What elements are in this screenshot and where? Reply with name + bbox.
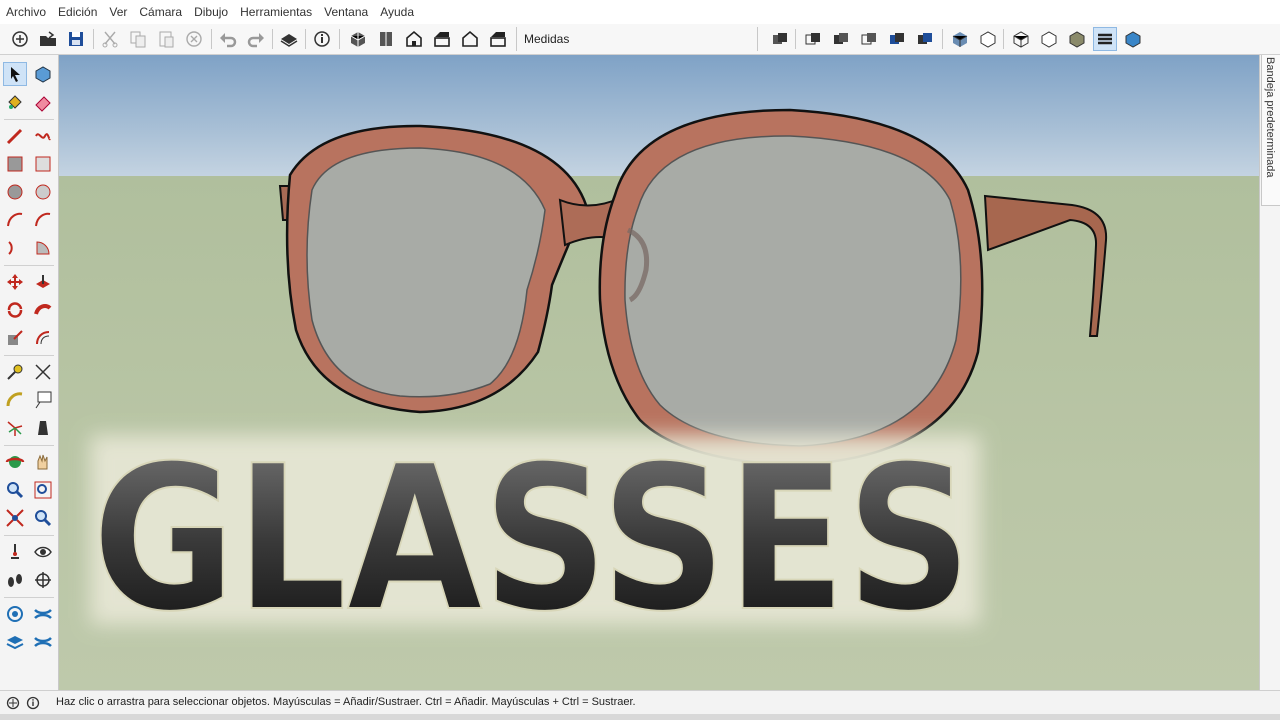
- menu-herramientas[interactable]: Herramientas: [234, 0, 318, 24]
- section-cut-icon[interactable]: [1037, 27, 1061, 51]
- iso-view-icon[interactable]: [346, 27, 370, 51]
- rotated-rectangle-icon[interactable]: [31, 152, 55, 176]
- menu-edicion[interactable]: Edición: [52, 0, 103, 24]
- stamp-icon[interactable]: [3, 630, 27, 654]
- menu-bar: Archivo Edición Ver Cámara Dibujo Herram…: [0, 0, 1280, 24]
- orbit-icon[interactable]: [3, 450, 27, 474]
- follow-me-icon[interactable]: [31, 298, 55, 322]
- rectangle-icon[interactable]: [3, 152, 27, 176]
- back-view-icon[interactable]: [458, 27, 482, 51]
- measurements-box[interactable]: Medidas: [516, 27, 758, 51]
- status-bar: Haz clic o arrastra para seleccionar obj…: [0, 690, 1280, 715]
- freehand-icon[interactable]: [31, 124, 55, 148]
- tray-tab[interactable]: Bandeja predeterminada: [1261, 55, 1280, 206]
- new-icon[interactable]: [8, 27, 32, 51]
- measurements-label: Medidas: [524, 32, 570, 46]
- component-icon[interactable]: [1121, 27, 1145, 51]
- main-toolbar: Medidas: [0, 24, 1280, 55]
- position-camera-icon[interactable]: [3, 540, 27, 564]
- top-view-icon[interactable]: [374, 27, 398, 51]
- zoom-window-icon[interactable]: [31, 478, 55, 502]
- arc-icon[interactable]: [3, 208, 27, 232]
- back-edges-icon[interactable]: [801, 27, 825, 51]
- menu-ver[interactable]: Ver: [103, 0, 133, 24]
- section-fill-icon[interactable]: [1065, 27, 1089, 51]
- print-icon[interactable]: [277, 27, 301, 51]
- save-icon[interactable]: [64, 27, 88, 51]
- three-point-arc-icon[interactable]: [3, 236, 27, 260]
- default-tray: Bandeja predeterminada: [1259, 55, 1280, 690]
- previous-view-icon[interactable]: [31, 506, 55, 530]
- 3d-text-icon[interactable]: [31, 416, 55, 440]
- menu-dibujo[interactable]: Dibujo: [188, 0, 234, 24]
- left-view-icon[interactable]: [486, 27, 510, 51]
- polygon-icon[interactable]: [31, 180, 55, 204]
- paint-bucket-icon[interactable]: [3, 90, 27, 114]
- text-icon[interactable]: [31, 388, 55, 412]
- offset-icon[interactable]: [31, 326, 55, 350]
- erase-icon[interactable]: [182, 27, 206, 51]
- section-plane-icon[interactable]: [976, 27, 1000, 51]
- front-view-icon[interactable]: [402, 27, 426, 51]
- model-viewport[interactable]: GLASSES: [59, 55, 1259, 690]
- look-around-icon[interactable]: [31, 540, 55, 564]
- two-point-arc-icon[interactable]: [31, 208, 55, 232]
- menu-ventana[interactable]: Ventana: [318, 0, 374, 24]
- window-bottom-edge: [0, 714, 1280, 720]
- paste-icon[interactable]: [154, 27, 178, 51]
- move-icon[interactable]: [3, 270, 27, 294]
- protractor-icon[interactable]: [3, 388, 27, 412]
- pie-icon[interactable]: [31, 236, 55, 260]
- select-icon[interactable]: [3, 62, 27, 86]
- layer-icon[interactable]: [1093, 27, 1117, 51]
- section-display-icon[interactable]: [1009, 27, 1033, 51]
- glasses-3d-text: GLASSES: [92, 423, 972, 656]
- dimension-icon[interactable]: [31, 360, 55, 384]
- geolocation-icon[interactable]: [6, 696, 20, 710]
- zoom-extents-icon[interactable]: [3, 506, 27, 530]
- sandbox-icon[interactable]: [3, 602, 27, 626]
- eraser-icon[interactable]: [31, 90, 55, 114]
- drape-icon[interactable]: [31, 630, 55, 654]
- component-make-icon[interactable]: [31, 62, 55, 86]
- wireframe-icon[interactable]: [829, 27, 853, 51]
- tool-palette: [0, 55, 59, 690]
- menu-ayuda[interactable]: Ayuda: [374, 0, 420, 24]
- pan-icon[interactable]: [31, 450, 55, 474]
- open-icon[interactable]: [36, 27, 60, 51]
- undo-icon[interactable]: [216, 27, 240, 51]
- right-view-icon[interactable]: [430, 27, 454, 51]
- cut-icon[interactable]: [98, 27, 122, 51]
- model-info-icon[interactable]: [310, 27, 334, 51]
- axes-icon[interactable]: [3, 416, 27, 440]
- sandbox-from-scratch-icon[interactable]: [31, 602, 55, 626]
- status-text: Haz clic o arrastra para seleccionar obj…: [56, 696, 636, 708]
- monochrome-icon[interactable]: [948, 27, 972, 51]
- instructor-info-icon[interactable]: [26, 696, 40, 710]
- walk-icon[interactable]: [3, 568, 27, 592]
- section-plane-tool-icon[interactable]: [31, 568, 55, 592]
- shaded-textures-icon[interactable]: [913, 27, 937, 51]
- rotate-icon[interactable]: [3, 298, 27, 322]
- push-pull-icon[interactable]: [31, 270, 55, 294]
- shaded-icon[interactable]: [885, 27, 909, 51]
- xray-icon[interactable]: [768, 27, 792, 51]
- scale-icon[interactable]: [3, 326, 27, 350]
- menu-camara[interactable]: Cámara: [133, 0, 188, 24]
- redo-icon[interactable]: [244, 27, 268, 51]
- hidden-line-icon[interactable]: [857, 27, 881, 51]
- glasses-model[interactable]: GLASSES: [59, 55, 1259, 690]
- menu-archivo[interactable]: Archivo: [0, 0, 52, 24]
- tray-label: Bandeja predeterminada: [1264, 57, 1276, 178]
- tape-measure-icon[interactable]: [3, 360, 27, 384]
- circle-icon[interactable]: [3, 180, 27, 204]
- copy-icon[interactable]: [126, 27, 150, 51]
- zoom-icon[interactable]: [3, 478, 27, 502]
- line-icon[interactable]: [3, 124, 27, 148]
